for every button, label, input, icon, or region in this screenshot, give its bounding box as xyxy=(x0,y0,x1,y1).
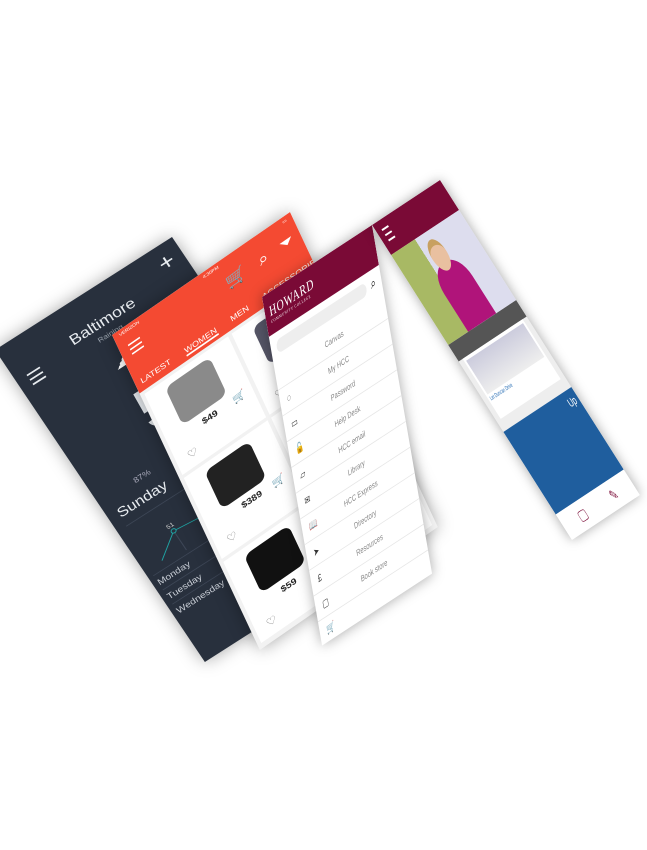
menu-item-icon xyxy=(282,362,299,373)
menu-item-icon: ✉ xyxy=(303,492,312,508)
heart-icon[interactable]: ♡ xyxy=(185,445,200,462)
menu-item-icon: 🛒 xyxy=(325,619,337,637)
heart-icon[interactable]: ♡ xyxy=(264,613,279,630)
time: 4:30PM xyxy=(202,265,220,281)
add-to-cart-icon[interactable]: 🛒 xyxy=(270,472,286,489)
product-price: $49 xyxy=(200,408,220,427)
menu-item-icon: £ xyxy=(316,570,323,585)
humidity: 87% xyxy=(131,467,153,485)
search-icon[interactable]: ⌕ xyxy=(255,248,271,270)
filter-icon[interactable]: ⏷ xyxy=(276,230,296,255)
monitor-icon[interactable]: 🖵 xyxy=(575,506,592,526)
menu-item-icon: ▢ xyxy=(321,594,330,611)
search-icon[interactable]: ⌕ xyxy=(370,275,378,293)
banner-text: Up xyxy=(564,393,580,410)
menu-item-icon: 📖 xyxy=(308,516,319,534)
menu-item-icon: ◌ xyxy=(285,390,292,405)
menu-item-icon: ▱ xyxy=(299,466,307,482)
menu-item-icon: ▭ xyxy=(290,414,299,431)
battery-icon: ▭ xyxy=(281,217,288,226)
grid-line xyxy=(173,530,187,551)
edit-icon[interactable]: ✎ xyxy=(606,486,622,506)
menu-item-icon: ➤ xyxy=(312,543,321,560)
menu-item-icon: 🔓 xyxy=(294,439,305,457)
add-to-cart-icon[interactable]: 🛒 xyxy=(231,388,247,405)
product-price: $59 xyxy=(279,576,299,595)
heart-icon[interactable]: ♡ xyxy=(225,529,240,546)
hamburger-icon[interactable]: ☰ xyxy=(125,334,147,360)
